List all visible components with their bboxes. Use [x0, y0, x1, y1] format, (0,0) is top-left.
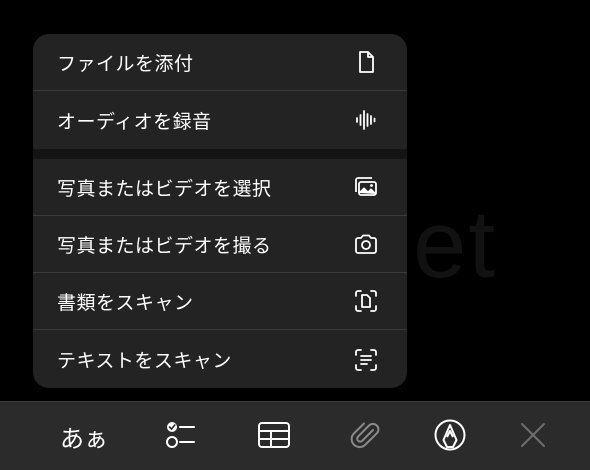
- menu-item-label: 書類をスキャン: [57, 291, 194, 314]
- table-button[interactable]: [244, 402, 304, 470]
- photo-library-icon: [353, 174, 379, 200]
- menu-item-label: 写真またはビデオを撮る: [57, 234, 272, 257]
- close-icon: [516, 418, 550, 456]
- attachment-menu: ファイルを添付 オーディオを録音 写真またはビデオを選択 写真またはビデオを撮る…: [33, 34, 407, 388]
- menu-item-record-audio[interactable]: オーディオを録音: [33, 91, 407, 149]
- pen-tip-icon: [433, 418, 467, 456]
- markup-button[interactable]: [420, 402, 480, 470]
- menu-item-attach-file[interactable]: ファイルを添付: [33, 34, 407, 91]
- menu-item-scan-text[interactable]: テキストをスキャン: [33, 331, 407, 388]
- notes-attachment-screen: ebapp.net ファイルを添付 オーディオを録音: [0, 0, 590, 470]
- text-scan-icon: [353, 347, 379, 373]
- paperclip-icon: [348, 418, 382, 456]
- menu-section-divider: [33, 149, 407, 159]
- menu-item-label: オーディオを録音: [57, 110, 212, 133]
- table-icon: [257, 418, 291, 456]
- menu-item-take-photo-video[interactable]: 写真またはビデオを撮る: [33, 216, 407, 273]
- attachment-button[interactable]: [335, 402, 395, 470]
- menu-item-choose-photo-video[interactable]: 写真またはビデオを選択: [33, 159, 407, 216]
- document-icon: [353, 49, 379, 75]
- notes-toolbar: あぁ: [0, 401, 590, 470]
- menu-item-label: ファイルを添付: [57, 52, 194, 75]
- checklist-button[interactable]: [151, 402, 211, 470]
- close-button[interactable]: [503, 402, 563, 470]
- waveform-icon: [353, 107, 379, 133]
- text-format-icon: あぁ: [60, 425, 108, 453]
- camera-icon: [353, 231, 379, 257]
- format-text-button[interactable]: あぁ: [54, 402, 114, 470]
- checklist-icon: [164, 418, 198, 456]
- menu-item-label: テキストをスキャン: [57, 350, 232, 372]
- menu-item-scan-documents[interactable]: 書類をスキャン: [33, 273, 407, 330]
- menu-item-label: 写真またはビデオを選択: [57, 177, 272, 200]
- document-scan-icon: [353, 288, 379, 314]
